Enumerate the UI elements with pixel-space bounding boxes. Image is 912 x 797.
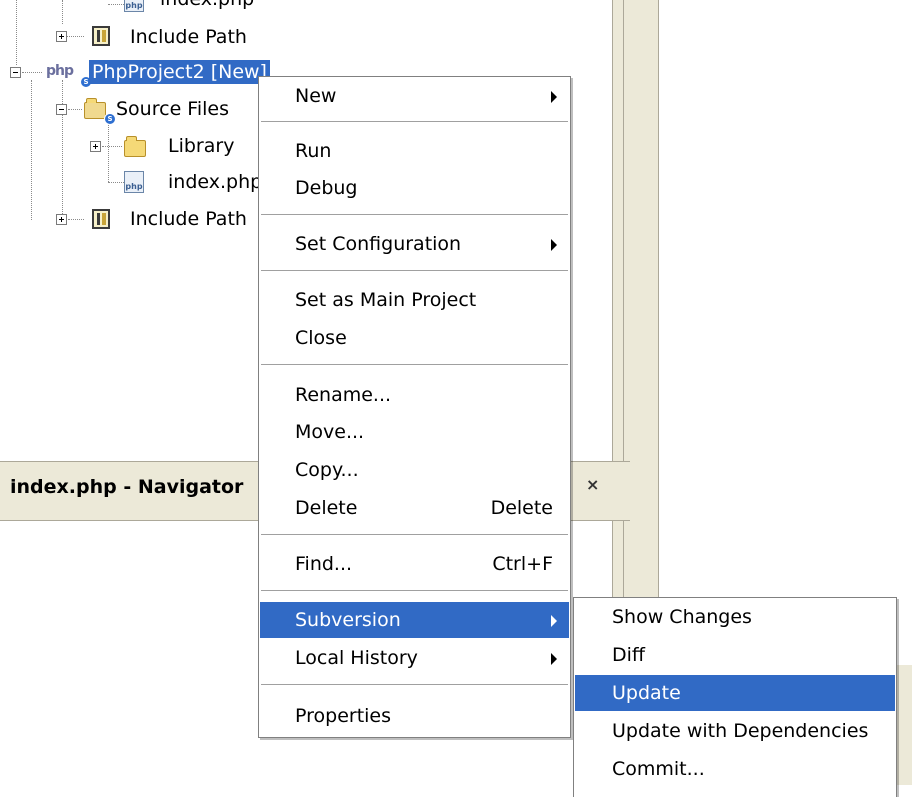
tree-item-include-path-2[interactable]: Include Path xyxy=(130,207,247,231)
tree-guide-line xyxy=(108,118,109,182)
menu-item-find[interactable]: Find... Ctrl+F xyxy=(260,546,569,582)
php-file-icon: php xyxy=(124,0,144,12)
close-icon[interactable]: × xyxy=(586,475,599,494)
submenu-arrow-icon xyxy=(551,615,557,627)
collapse-project-node[interactable] xyxy=(10,67,21,78)
menu-item-set-main-project[interactable]: Set as Main Project xyxy=(260,282,569,318)
menu-item-subversion[interactable]: Subversion xyxy=(260,602,569,638)
expand-include-path-1[interactable] xyxy=(56,31,67,42)
menu-separator xyxy=(261,121,568,122)
menu-item-update-with-dependencies[interactable]: Update with Dependencies xyxy=(575,713,895,749)
menu-item-run[interactable]: Run xyxy=(260,133,569,169)
menu-separator xyxy=(261,270,568,271)
menu-separator xyxy=(261,684,568,685)
submenu-arrow-icon xyxy=(551,239,557,251)
menu-item-diff[interactable]: Diff xyxy=(575,637,895,673)
tree-item-library[interactable]: Library xyxy=(168,134,234,158)
collapse-source-files[interactable] xyxy=(56,104,67,115)
menu-item-update[interactable]: Update xyxy=(575,675,895,711)
php-project-icon: php xyxy=(46,63,74,79)
tree-item-partial-label[interactable]: index.php xyxy=(160,0,254,11)
navigator-tab-title[interactable]: index.php - Navigator xyxy=(10,476,243,498)
menu-item-move[interactable]: Move... xyxy=(260,414,569,450)
menu-item-debug[interactable]: Debug xyxy=(260,170,569,206)
menu-separator xyxy=(261,214,568,215)
menu-separator xyxy=(261,590,568,591)
expand-include-path-2[interactable] xyxy=(56,214,67,225)
menu-item-local-history[interactable]: Local History xyxy=(260,640,569,676)
tree-item-include-path-1[interactable]: Include Path xyxy=(130,25,247,49)
tree-guide-line xyxy=(62,80,63,220)
menu-item-properties[interactable]: Properties xyxy=(260,698,569,734)
menu-item-commit[interactable]: Commit... xyxy=(575,751,895,787)
menu-item-delete[interactable]: Delete Delete xyxy=(260,490,569,526)
scrollbar-fragment[interactable] xyxy=(895,665,912,785)
vertical-splitter-lower[interactable] xyxy=(612,519,624,599)
php-file-icon: php xyxy=(124,171,144,193)
include-path-icon xyxy=(92,26,110,46)
menu-item-close[interactable]: Close xyxy=(260,320,569,356)
folder-icon xyxy=(124,136,146,157)
tree-item-source-files[interactable]: Source Files xyxy=(116,97,229,121)
tree-item-project-selected[interactable]: PhpProject2 [New] xyxy=(89,60,270,84)
include-path-icon xyxy=(92,209,110,229)
submenu-arrow-icon xyxy=(551,653,557,665)
tree-guide-line xyxy=(62,0,63,24)
shortcut-label: Delete xyxy=(490,497,553,519)
menu-item-copy[interactable]: Copy... xyxy=(260,452,569,488)
subversion-submenu: Show Changes Diff Update Update with Dep… xyxy=(573,597,897,797)
menu-item-rename[interactable]: Rename... xyxy=(260,377,569,413)
menu-item-show-changes[interactable]: Show Changes xyxy=(575,599,895,635)
tree-item-index-php[interactable]: index.php xyxy=(168,170,262,194)
menu-item-set-configuration[interactable]: Set Configuration xyxy=(260,226,569,262)
tree-guide-line xyxy=(16,0,17,65)
tree-guide-line xyxy=(31,80,32,220)
context-menu: New Run Debug Set Configuration Set as M… xyxy=(258,76,571,738)
menu-separator xyxy=(261,364,568,365)
expand-library[interactable] xyxy=(90,141,101,152)
source-folder-icon xyxy=(84,98,106,119)
shortcut-label: Ctrl+F xyxy=(492,553,553,575)
vertical-splitter[interactable] xyxy=(612,0,624,461)
menu-item-new[interactable]: New xyxy=(260,78,569,114)
svn-status-badge: S xyxy=(104,113,116,125)
submenu-arrow-icon xyxy=(551,91,557,103)
menu-separator xyxy=(261,534,568,535)
